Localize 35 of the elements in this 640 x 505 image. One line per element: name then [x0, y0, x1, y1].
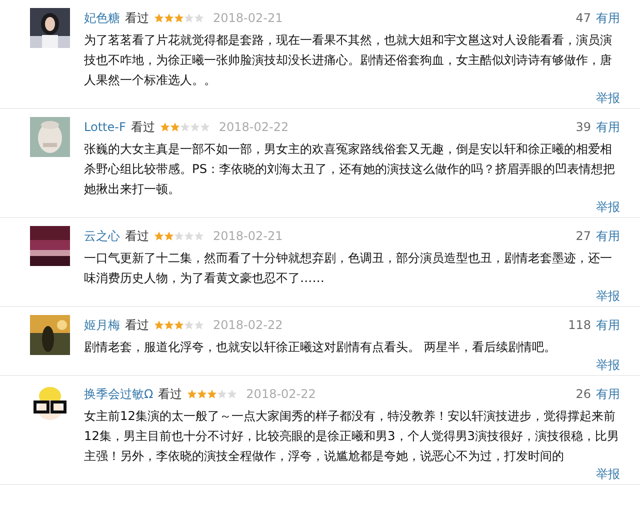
username-link[interactable]: 妃色糖	[84, 10, 120, 26]
vote-count: 47	[576, 11, 591, 25]
watch-status: 看过	[130, 118, 155, 136]
useful-link[interactable]: 有用	[596, 386, 620, 402]
username-link[interactable]: 姬月梅	[84, 316, 120, 334]
watch-status: 看过	[125, 228, 149, 244]
review-date: 2018-02-22	[218, 120, 289, 134]
review-date: 2018-02-22	[213, 318, 283, 332]
report-link[interactable]: 举报	[596, 466, 620, 482]
report-link[interactable]: 举报	[596, 199, 620, 215]
vote-count: 118	[568, 318, 591, 332]
watch-status: 看过	[158, 386, 182, 402]
vote-count: 39	[576, 120, 591, 134]
report-link[interactable]: 举报	[596, 90, 620, 106]
watch-status: 看过	[125, 10, 149, 26]
review-date: 2018-02-21	[213, 11, 283, 25]
username-link[interactable]: 云之心	[84, 228, 120, 244]
username-link[interactable]: 换季会过敏Ω	[84, 386, 154, 402]
review-date: 2018-02-22	[246, 387, 316, 401]
useful-link[interactable]: 有用	[596, 228, 620, 244]
vote-count: 27	[576, 229, 591, 243]
review-text: 张巍的大女主真是一部不如一部，男女主的欢喜冤家路线俗套又无趣，倒是安以轩和徐正曦的相爱相杀野心组比较带感。PS：李依晓的刘海太丑了，还有她的演技这么做作的吗？挤眉弄眼的凹表情想把她揪出来打一顿。	[84, 141, 616, 198]
review-text: 剧情老套，服道化浮夸，也就安以轩徐正曦这对剧情有点看头。 两星半，看后续剧情吧。	[84, 339, 557, 356]
review-text: 一口气更新了十二集，然而看了十分钟就想弃剧，色调丑，部分演员造型也丑，剧情老套墨迹，还一味消费历史人物，为了看黄文豪也忍不了……	[84, 250, 613, 287]
report-link[interactable]: 举报	[596, 288, 620, 304]
watch-status: 看过	[125, 316, 149, 334]
review-text: 为了茗茗看了片花就觉得都是套路，现在一看果不其然，也就大姐和宇文邕这对人设能看看，演员演技也不咋地，为徐正曦一张帅脸演技却没长进痛心。剧情还俗套狗血，女主酷似刘诗诗有够做作，唐人果然一个标准选人。。	[84, 32, 613, 89]
useful-link[interactable]: 有用	[596, 118, 620, 136]
vote-count: 26	[576, 387, 591, 401]
review-text: 女主前12集演的太一般了～一点大家闺秀的样子都没有，特没教养！安以轩演技进步，觉得撑起来前12集，男主目前也十分不讨好，比较亮眼的是徐正曦和男3，个人觉得男3演技很好，演技很稳，比男主强！另外，李依晓的演技全程做作，浮夸，说尴尬都是夸她，说恶心不为过，打发时间的	[84, 408, 620, 465]
useful-link[interactable]: 有用	[596, 316, 620, 334]
username-link[interactable]: Lotte-F	[84, 120, 126, 134]
useful-link[interactable]: 有用	[596, 10, 620, 26]
review-date: 2018-02-21	[213, 229, 283, 243]
report-link[interactable]: 举报	[596, 357, 620, 373]
